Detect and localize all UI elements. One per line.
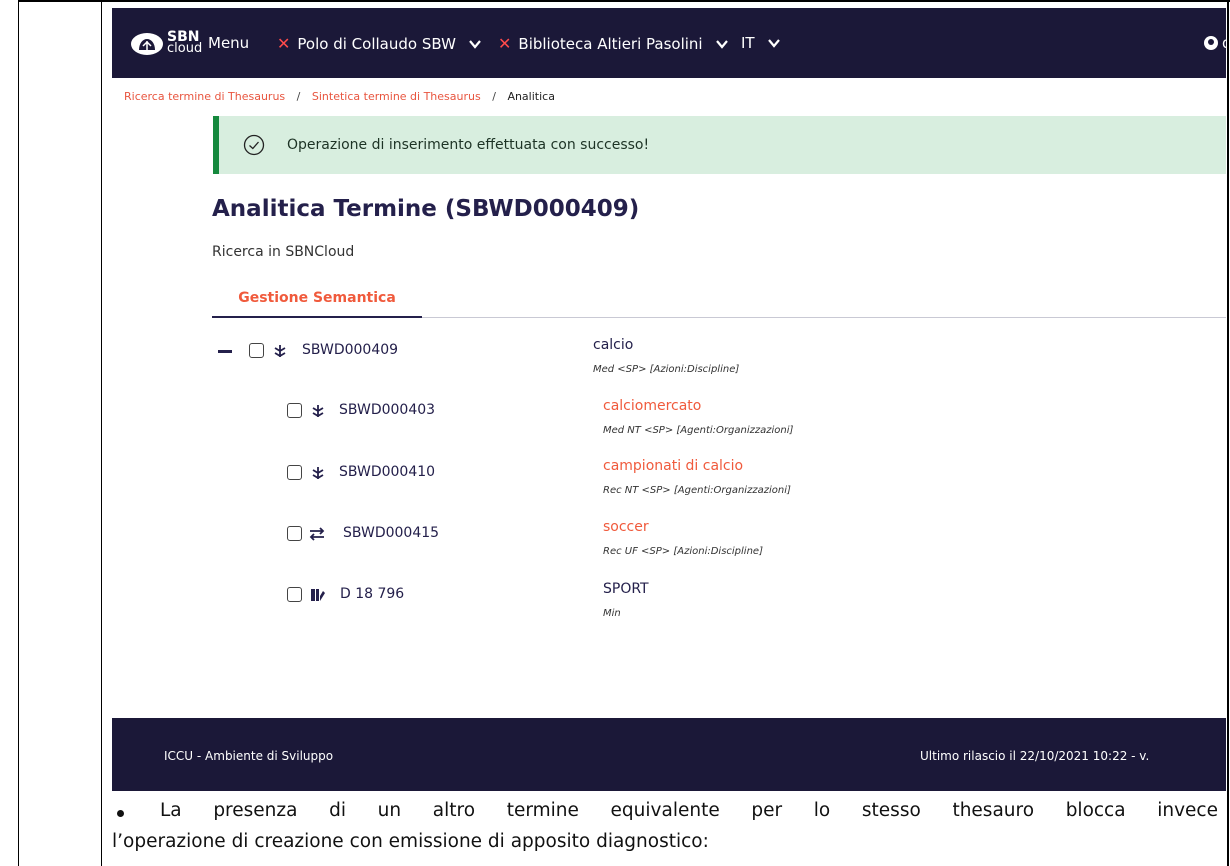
tab-gestione-semantica[interactable]: Gestione Semantica bbox=[212, 284, 422, 318]
menu-label: Menu bbox=[208, 34, 250, 52]
chevron-down-icon bbox=[469, 39, 481, 49]
row-checkbox[interactable] bbox=[287, 465, 302, 480]
term-label: SPORT bbox=[603, 581, 649, 597]
term-meta: Rec NT <SP> [Agenti:Organizzazioni] bbox=[603, 485, 791, 496]
breadcrumb-ricerca-link[interactable]: Ricerca termine di Thesaurus bbox=[124, 90, 285, 103]
logo-line-cloud: cloud bbox=[167, 41, 203, 56]
term-meta: Med NT <SP> [Agenti:Organizzazioni] bbox=[603, 425, 794, 436]
language-label: IT bbox=[741, 34, 755, 52]
term-code[interactable]: SBWD000410 bbox=[339, 464, 435, 480]
document-paragraph-line2: l’operazione di creazione con emissione … bbox=[112, 831, 709, 852]
close-icon[interactable]: ✕ bbox=[277, 34, 290, 53]
user-icon bbox=[1204, 36, 1218, 50]
term-link[interactable]: campionati di calcio bbox=[603, 458, 743, 474]
term-link[interactable]: calciomercato bbox=[603, 398, 701, 414]
term-meta: Med <SP> [Azioni:Discipline] bbox=[593, 364, 740, 375]
breadcrumb-separator: / bbox=[296, 90, 301, 103]
term-code[interactable]: SBWD000409 bbox=[302, 342, 398, 358]
embedded-screenshot: SBN cloud Menu ✕ Polo di Collaudo SBW ✕ … bbox=[112, 8, 1226, 791]
language-selector[interactable]: IT bbox=[741, 34, 781, 52]
term-label: calcio bbox=[593, 337, 634, 353]
table-border-top bbox=[18, 0, 1230, 2]
close-icon[interactable]: ✕ bbox=[498, 34, 511, 53]
footer-release: Ultimo rilascio il 22/10/2021 10:22 - v. bbox=[920, 749, 1150, 763]
row-checkbox[interactable] bbox=[287, 587, 302, 602]
table-column-divider bbox=[101, 0, 102, 866]
breadcrumb-current: Analitica bbox=[507, 90, 555, 103]
term-link[interactable]: soccer bbox=[603, 519, 649, 535]
table-border-left bbox=[18, 0, 19, 866]
descriptor-icon bbox=[312, 405, 324, 418]
term-code[interactable]: SBWD000403 bbox=[339, 402, 435, 418]
user-menu[interactable]: d bbox=[1204, 34, 1226, 52]
chevron-down-icon bbox=[767, 39, 780, 48]
term-code[interactable]: SBWD000415 bbox=[343, 525, 439, 541]
breadcrumb-separator: / bbox=[492, 90, 496, 103]
breadcrumb: Ricerca termine di Thesaurus / Sintetica… bbox=[124, 90, 555, 103]
document-paragraph-line1: La presenza di un altro termine equivale… bbox=[160, 800, 1218, 821]
row-checkbox[interactable] bbox=[287, 526, 302, 541]
bullet-point bbox=[117, 810, 124, 817]
term-code[interactable]: D 18 796 bbox=[340, 586, 404, 602]
exchange-icon bbox=[309, 527, 325, 541]
alert-message: Operazione di inserimento effettuata con… bbox=[287, 137, 650, 153]
tab-bar: Gestione Semantica bbox=[212, 284, 1226, 318]
chevron-down-icon bbox=[715, 39, 728, 49]
classification-icon bbox=[311, 589, 325, 601]
breadcrumb-sintetica-link[interactable]: Sintetica termine di Thesaurus bbox=[312, 90, 481, 103]
descriptor-icon bbox=[274, 345, 286, 358]
polo-selector[interactable]: ✕ Polo di Collaudo SBW bbox=[277, 34, 482, 53]
collapse-icon[interactable] bbox=[218, 350, 232, 353]
descriptor-icon bbox=[312, 467, 324, 480]
footer-environment: ICCU - Ambiente di Sviluppo bbox=[164, 749, 334, 763]
sbn-cloud-logo[interactable]: SBN cloud bbox=[130, 30, 202, 56]
term-meta: Rec UF <SP> [Azioni:Discipline] bbox=[603, 546, 763, 557]
top-navbar: SBN cloud Menu ✕ Polo di Collaudo SBW ✕ … bbox=[112, 8, 1226, 78]
menu-button[interactable]: Menu bbox=[208, 34, 249, 52]
check-circle-icon bbox=[243, 134, 265, 156]
row-checkbox[interactable] bbox=[287, 403, 302, 418]
biblioteca-label: Biblioteca Altieri Pasolini bbox=[518, 34, 703, 53]
polo-label: Polo di Collaudo SBW bbox=[297, 34, 456, 53]
cloud-logo-icon bbox=[131, 33, 163, 55]
page-footer: ICCU - Ambiente di Sviluppo Ultimo rilas… bbox=[112, 718, 1226, 791]
success-alert: Operazione di inserimento effettuata con… bbox=[213, 116, 1226, 174]
user-label: d bbox=[1222, 34, 1226, 52]
page-subtitle: Ricerca in SBNCloud bbox=[212, 244, 355, 260]
term-meta: Min bbox=[603, 608, 621, 619]
page-title: Analitica Termine (SBWD000409) bbox=[212, 196, 640, 222]
table-border-right bbox=[1227, 0, 1229, 866]
biblioteca-selector[interactable]: ✕ Biblioteca Altieri Pasolini bbox=[498, 34, 729, 53]
row-checkbox[interactable] bbox=[249, 343, 264, 358]
